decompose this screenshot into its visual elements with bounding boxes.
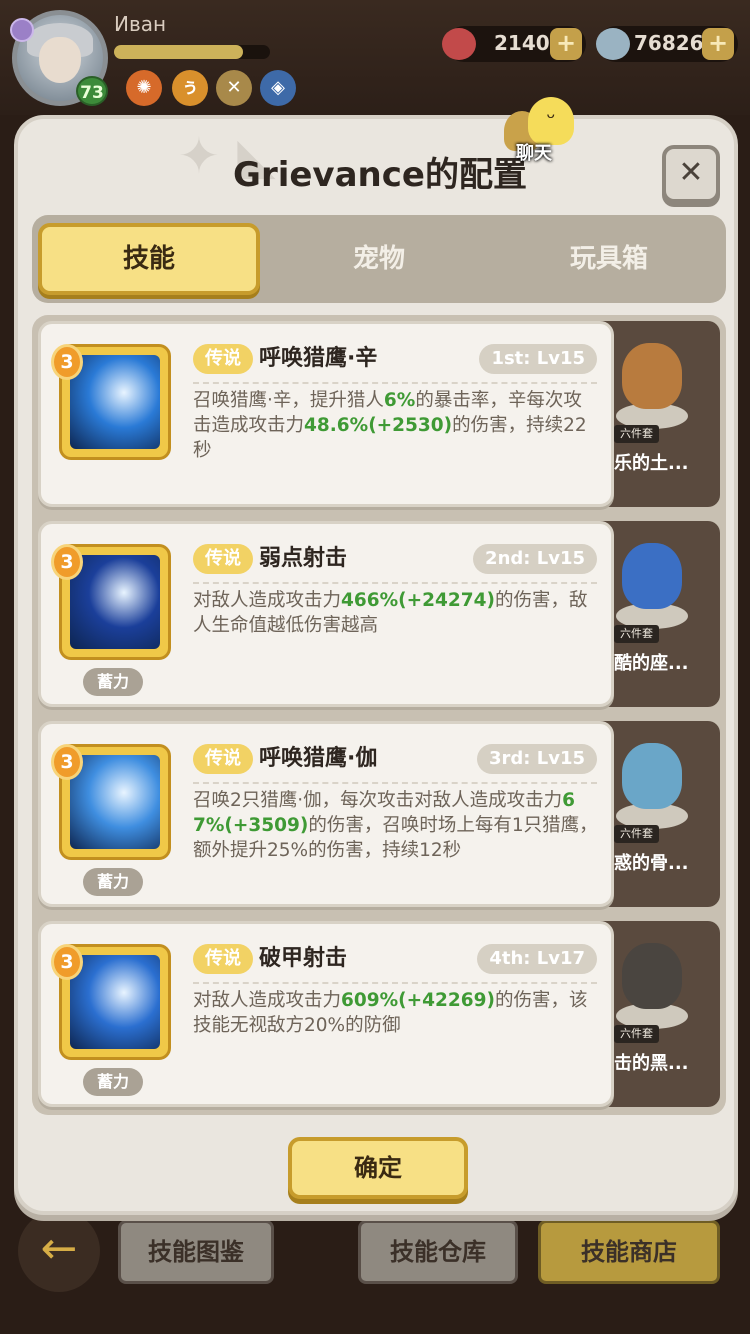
skill-row[interactable]: 六件套冷酷的座... 3 蓄力 传说 弱点射击 2nd: Lv15 对敌人造成攻击力466%… <box>32 515 726 709</box>
buff-icon-4[interactable]: ◈ <box>260 70 296 106</box>
card-divider <box>193 382 597 384</box>
pet-name: 进击的黑... <box>596 1053 689 1074</box>
skill-icon <box>70 355 160 449</box>
rarity-tag: 传说 <box>193 944 253 974</box>
charge-tag: 蓄力 <box>83 668 143 696</box>
desc-value: 609%(+42269) <box>341 990 495 1011</box>
skill-name: 破甲射击 <box>259 946 348 971</box>
skill-star-badge: 3 <box>51 544 83 580</box>
gem-currency: 768262 + <box>596 26 738 62</box>
rarity-tag: 传说 <box>193 344 253 374</box>
desc-value: 466%(+24274) <box>341 590 495 611</box>
pet-figure <box>610 331 694 429</box>
skill-icon <box>70 555 160 649</box>
starfish-count: 2140 <box>494 31 550 55</box>
chat-smile-icon: ᵕ <box>528 97 574 145</box>
skill-row[interactable]: 六件套困惑的骨... 3 蓄力 传说 呼唤猎鹰·伽 3rd: Lv15 召唤2只猎鹰·伽，每… <box>32 715 726 909</box>
tab-skills[interactable]: 技能 <box>38 223 260 295</box>
skill-name: 呼唤猎鹰·辛 <box>259 346 378 371</box>
skill-icon <box>70 755 160 849</box>
chat-button[interactable]: ᵕ 聊天 <box>504 97 576 167</box>
skill-icon <box>70 955 160 1049</box>
skill-shop-button[interactable]: 技能商店 <box>538 1220 720 1284</box>
desc-text: 对敌人造成攻击力 <box>193 990 342 1011</box>
pet-body <box>622 943 682 1009</box>
pet-figure <box>610 731 694 829</box>
desc-value: 48.6%(+2530) <box>304 415 453 436</box>
tab-bar: 技能 宠物 玩具箱 <box>32 215 726 303</box>
top-hud: 73 Иван ✺ ぅ ✕ ◈ 2140 + 768262 + <box>0 0 750 115</box>
rarity-tag: 传说 <box>193 544 253 574</box>
pet-figure <box>610 931 694 1029</box>
confirm-button[interactable]: 确定 <box>288 1137 468 1199</box>
chat-label: 聊天 <box>516 143 552 164</box>
card-divider <box>193 582 597 584</box>
skill-description: 召唤2只猎鹰·伽，每次攻击对敌人造成攻击力67%(+3509)的伤害，召唤时场上… <box>193 788 599 863</box>
pet-name: 快乐的土... <box>596 453 689 474</box>
desc-text: 召唤2只猎鹰·伽，每次攻击对敌人造成攻击力 <box>193 790 563 811</box>
avatar-status-icon <box>10 18 34 42</box>
dialog-title: Grievance的配置 <box>233 155 527 195</box>
gem-icon <box>596 28 630 60</box>
close-button[interactable]: ✕ <box>662 145 720 203</box>
skill-storage-button[interactable]: 技能仓库 <box>358 1220 518 1284</box>
skill-card[interactable]: 3 传说 呼唤猎鹰·辛 1st: Lv15 召唤猎鹰·辛，提升猎人6%的暴击率，辛每次攻… <box>38 321 614 507</box>
pet-figure <box>610 531 694 629</box>
back-button[interactable]: ← <box>18 1210 100 1292</box>
pet-set-tag: 六件套 <box>614 825 659 843</box>
skill-card[interactable]: 3 蓄力 传说 呼唤猎鹰·伽 3rd: Lv15 召唤2只猎鹰·伽，每次攻击对敌人造成攻击… <box>38 721 614 907</box>
pet-set-tag: 六件套 <box>614 625 659 643</box>
skill-level-badge: 3rd: Lv15 <box>476 744 597 774</box>
tab-pets[interactable]: 宠物 <box>268 223 490 295</box>
xp-bar <box>114 45 270 59</box>
skill-star-badge: 3 <box>51 344 83 380</box>
skill-level-badge: 2nd: Lv15 <box>473 544 597 574</box>
skill-codex-button[interactable]: 技能图鉴 <box>118 1220 274 1284</box>
avatar-face <box>39 37 81 83</box>
bottom-bar: ← 技能图鉴 技能仓库 技能商店 <box>0 1210 750 1334</box>
skill-level-badge: 4th: Lv17 <box>477 944 597 974</box>
tab-toybox[interactable]: 玩具箱 <box>498 223 720 295</box>
skill-name: 呼唤猎鹰·伽 <box>259 746 378 771</box>
buff-icon-3[interactable]: ✕ <box>216 70 252 106</box>
player-level-badge: 73 <box>76 76 108 106</box>
card-divider <box>193 982 597 984</box>
skill-description: 召唤猎鹰·辛，提升猎人6%的暴击率，辛每次攻击造成攻击力48.6%(+2530)… <box>193 388 599 463</box>
charge-tag: 蓄力 <box>83 1068 143 1096</box>
pet-body <box>622 743 682 809</box>
skill-row[interactable]: 六件套进击的黑... 3 蓄力 传说 破甲射击 4th: Lv17 对敌人造成攻击力609%… <box>32 915 726 1109</box>
skill-star-badge: 3 <box>51 944 83 980</box>
pet-name: 困惑的骨... <box>596 853 689 874</box>
pet-body <box>622 543 682 609</box>
pet-set-tag: 六件套 <box>614 1025 659 1043</box>
skill-card[interactable]: 3 蓄力 传说 弱点射击 2nd: Lv15 对敌人造成攻击力466%(+24274)的伤… <box>38 521 614 707</box>
add-starfish-button[interactable]: + <box>550 28 582 60</box>
xp-bar-fill <box>114 45 244 59</box>
desc-value: 6% <box>383 390 416 411</box>
skill-star-badge: 3 <box>51 744 83 780</box>
skill-name: 弱点射击 <box>259 546 348 571</box>
pet-name: 冷酷的座... <box>596 653 689 674</box>
charge-tag: 蓄力 <box>83 868 143 896</box>
add-gem-button[interactable]: + <box>702 28 734 60</box>
skill-list: 六件套 快乐的土... 3 传说 呼唤猎鹰·辛 1st: Lv15 召唤猎鹰·辛，提升猎人6… <box>32 315 726 1115</box>
skill-description: 对敌人造成攻击力466%(+24274)的伤害，敌人生命值越低伤害越高 <box>193 588 599 638</box>
player-name: Иван <box>114 12 167 36</box>
card-divider <box>193 782 597 784</box>
rarity-tag: 传说 <box>193 744 253 774</box>
pet-body <box>622 343 682 409</box>
skill-row[interactable]: 六件套快乐的土... 3 传说 呼唤猎鹰·辛 1st: Lv15 召唤猎鹰·辛，提升猎人6… <box>32 315 726 509</box>
config-dialog: ✦ ◣ Grievance的配置 ᵕ 聊天 ✕ 技能 宠物 玩具箱 六件套 快乐的… <box>14 97 738 1215</box>
skill-description: 对敌人造成攻击力609%(+42269)的伤害，该技能无视敌方20%的防御 <box>193 988 599 1038</box>
desc-text: 召唤猎鹰·辛，提升猎人 <box>193 390 384 411</box>
desc-text: 对敌人造成攻击力 <box>193 590 342 611</box>
skill-card[interactable]: 3 蓄力 传说 破甲射击 4th: Lv17 对敌人造成攻击力609%(+42269)的伤… <box>38 921 614 1107</box>
starfish-icon <box>442 28 476 60</box>
buff-icon-2[interactable]: ぅ <box>172 70 208 106</box>
starfish-currency: 2140 + <box>442 26 586 62</box>
pet-set-tag: 六件套 <box>614 425 659 443</box>
skill-level-badge: 1st: Lv15 <box>479 344 597 374</box>
buff-icon-1[interactable]: ✺ <box>126 70 162 106</box>
